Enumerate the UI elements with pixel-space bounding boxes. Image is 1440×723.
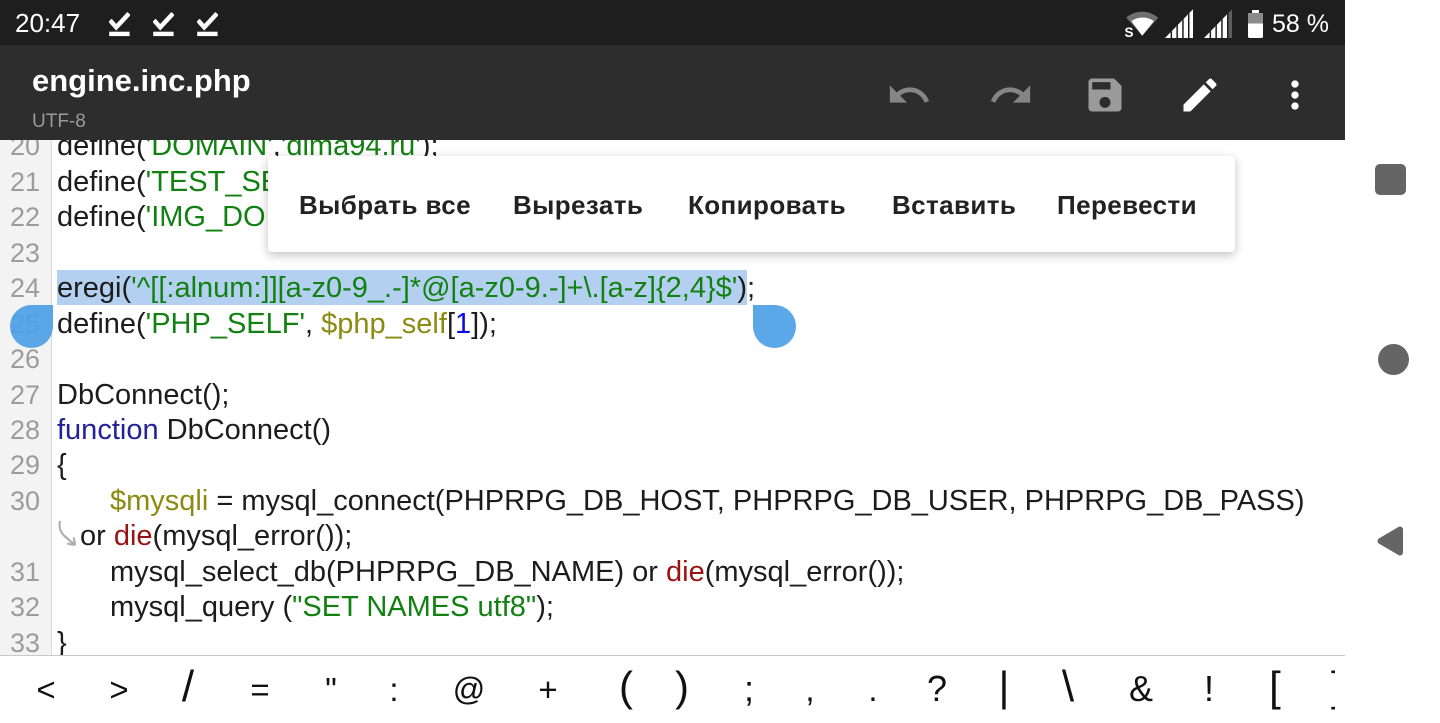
svg-text:S: S bbox=[1125, 25, 1134, 39]
